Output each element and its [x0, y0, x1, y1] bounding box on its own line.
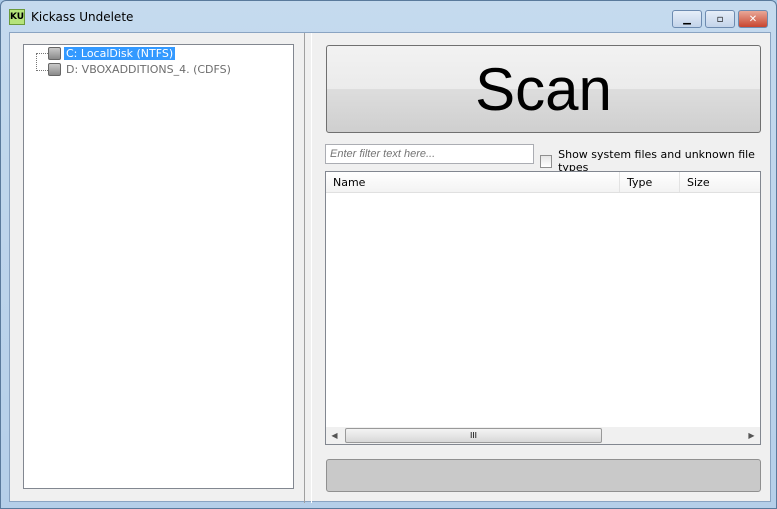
- list-header: Name Type Size: [326, 172, 760, 193]
- drive-icon: [48, 47, 61, 60]
- window-title: Kickass Undelete: [31, 10, 134, 24]
- scroll-thumb[interactable]: III: [345, 428, 602, 443]
- scroll-right-icon[interactable]: ▶: [743, 431, 760, 440]
- tree-item-label: C: LocalDisk (NTFS): [64, 47, 176, 60]
- maximize-button[interactable]: ▫: [705, 10, 735, 28]
- tree-lines: [36, 53, 48, 71]
- filter-input[interactable]: [325, 144, 534, 164]
- tree-item-label: D: VBOXADDITIONS_4. (CDFS): [66, 63, 231, 76]
- horizontal-scrollbar[interactable]: ◀ III ▶: [326, 427, 760, 444]
- checkbox-box[interactable]: [540, 154, 553, 168]
- tree-item-c-drive[interactable]: C: LocalDisk (NTFS): [48, 47, 176, 60]
- progress-bar: [326, 459, 761, 492]
- tree-item-d-drive[interactable]: D: VBOXADDITIONS_4. (CDFS): [48, 63, 233, 76]
- drive-icon: [48, 63, 61, 76]
- scroll-left-icon[interactable]: ◀: [326, 431, 343, 440]
- drive-tree[interactable]: C: LocalDisk (NTFS) D: VBOXADDITIONS_4. …: [23, 44, 294, 489]
- scan-button[interactable]: Scan: [326, 45, 761, 133]
- splitter[interactable]: [304, 33, 312, 503]
- title-bar: KU Kickass Undelete: [9, 7, 133, 27]
- window-frame: KU Kickass Undelete ▁ ▫ ✕ C: LocalDisk (…: [0, 0, 777, 509]
- column-header-type[interactable]: Type: [620, 172, 680, 192]
- client-area: C: LocalDisk (NTFS) D: VBOXADDITIONS_4. …: [9, 32, 771, 503]
- column-header-size[interactable]: Size: [680, 172, 760, 192]
- app-logo-icon: KU: [9, 9, 25, 25]
- file-list[interactable]: Name Type Size ◀ III ▶: [325, 171, 761, 445]
- close-button[interactable]: ✕: [738, 10, 768, 28]
- column-header-name[interactable]: Name: [326, 172, 620, 192]
- minimize-button[interactable]: ▁: [672, 10, 702, 28]
